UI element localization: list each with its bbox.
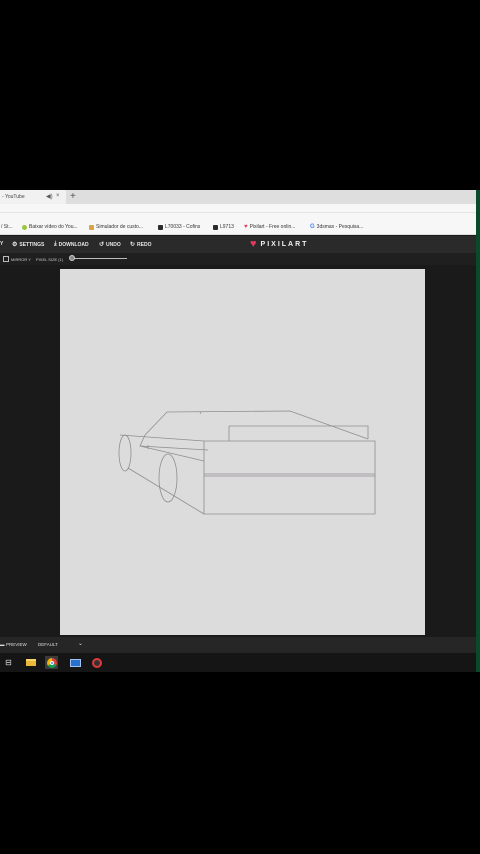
redo-button[interactable]: ↻ REDO bbox=[130, 241, 151, 249]
bookmark-item[interactable]: / St... bbox=[1, 224, 13, 230]
windows-taskbar: ⊟ bbox=[0, 653, 478, 672]
google-icon: G bbox=[310, 224, 315, 230]
file-explorer-icon[interactable] bbox=[24, 656, 37, 669]
window-edge bbox=[476, 190, 480, 672]
new-tab-button[interactable]: + bbox=[70, 191, 76, 203]
video-frame: - YouTube ◀) × + / St... Baixar vídeo do… bbox=[0, 0, 480, 854]
mail-icon[interactable] bbox=[69, 656, 82, 669]
redo-icon: ↻ bbox=[130, 242, 136, 248]
bookmark-item[interactable]: Simulador de custo... bbox=[89, 224, 143, 230]
link-icon bbox=[89, 224, 94, 230]
preview-icon: ▬ bbox=[0, 642, 5, 647]
browser-tab[interactable]: - YouTube ◀) × bbox=[0, 190, 66, 204]
bookmark-item[interactable]: Baixar vídeo do You... bbox=[22, 224, 78, 230]
pixel-size-slider[interactable] bbox=[72, 258, 127, 259]
bookmark-item[interactable]: L70033 - Cofins bbox=[158, 224, 200, 230]
app-icon[interactable] bbox=[90, 656, 103, 669]
options-bar: MIRROR Y PIXEL SIZE (1) bbox=[0, 253, 478, 265]
car-sketch bbox=[118, 410, 376, 515]
tab-close-icon[interactable]: × bbox=[56, 193, 60, 199]
address-bar-row bbox=[0, 204, 478, 221]
mirror-checkbox[interactable] bbox=[3, 256, 9, 262]
pixilart-logo[interactable]: ♥ PIXILART bbox=[250, 239, 308, 250]
task-view-icon[interactable]: ⊟ bbox=[2, 656, 15, 669]
download-icon bbox=[22, 224, 27, 230]
drawing-canvas[interactable] bbox=[60, 269, 425, 635]
preview-toggle[interactable]: PREVIEW bbox=[6, 642, 27, 647]
heart-icon: ♥ bbox=[250, 238, 257, 250]
gear-icon: ⚙ bbox=[12, 242, 18, 248]
doc-icon bbox=[213, 224, 218, 230]
settings-button[interactable]: ⚙ SETTINGS bbox=[12, 241, 44, 249]
download-button[interactable]: ⤓ DOWNLOAD bbox=[54, 241, 89, 248]
undo-icon: ↺ bbox=[99, 242, 105, 248]
browser-tab-strip: - YouTube ◀) × + bbox=[0, 190, 478, 204]
undo-button[interactable]: ↺ UNDO bbox=[99, 241, 121, 249]
pixilart-toolbar: Y ⚙ SETTINGS ⤓ DOWNLOAD ↺ UNDO ↻ REDO ♥ … bbox=[0, 236, 478, 253]
preview-mode-select[interactable]: DEFAULT bbox=[38, 642, 58, 647]
bookmark-item[interactable]: L9713 bbox=[213, 224, 234, 230]
speaker-icon[interactable]: ◀) bbox=[46, 193, 53, 200]
menu-button[interactable]: Y bbox=[0, 241, 3, 247]
download-icon: ⤓ bbox=[54, 241, 57, 247]
address-bar[interactable] bbox=[0, 212, 478, 213]
chevron-down-icon[interactable]: ⌄ bbox=[78, 640, 83, 647]
chrome-icon[interactable] bbox=[45, 656, 58, 669]
bookmark-item[interactable]: G 3dsmax - Pesquisa... bbox=[310, 224, 363, 230]
doc-icon bbox=[158, 224, 163, 230]
tab-title: - YouTube bbox=[2, 194, 25, 200]
preview-bar: ▬ PREVIEW DEFAULT ⌄ bbox=[0, 637, 478, 653]
bookmarks-bar: / St... Baixar vídeo do You... Simulador… bbox=[0, 221, 478, 235]
screen: - YouTube ◀) × + / St... Baixar vídeo do… bbox=[0, 190, 478, 672]
bookmark-item[interactable]: ♥ Pixilart - Free onlin... bbox=[244, 224, 295, 230]
mirror-label: MIRROR Y bbox=[11, 257, 31, 262]
heart-icon: ♥ bbox=[244, 224, 248, 230]
workspace bbox=[0, 265, 478, 637]
pixel-size-label: PIXEL SIZE (1) bbox=[36, 257, 64, 262]
pixel-size-slider-handle[interactable] bbox=[69, 255, 75, 261]
